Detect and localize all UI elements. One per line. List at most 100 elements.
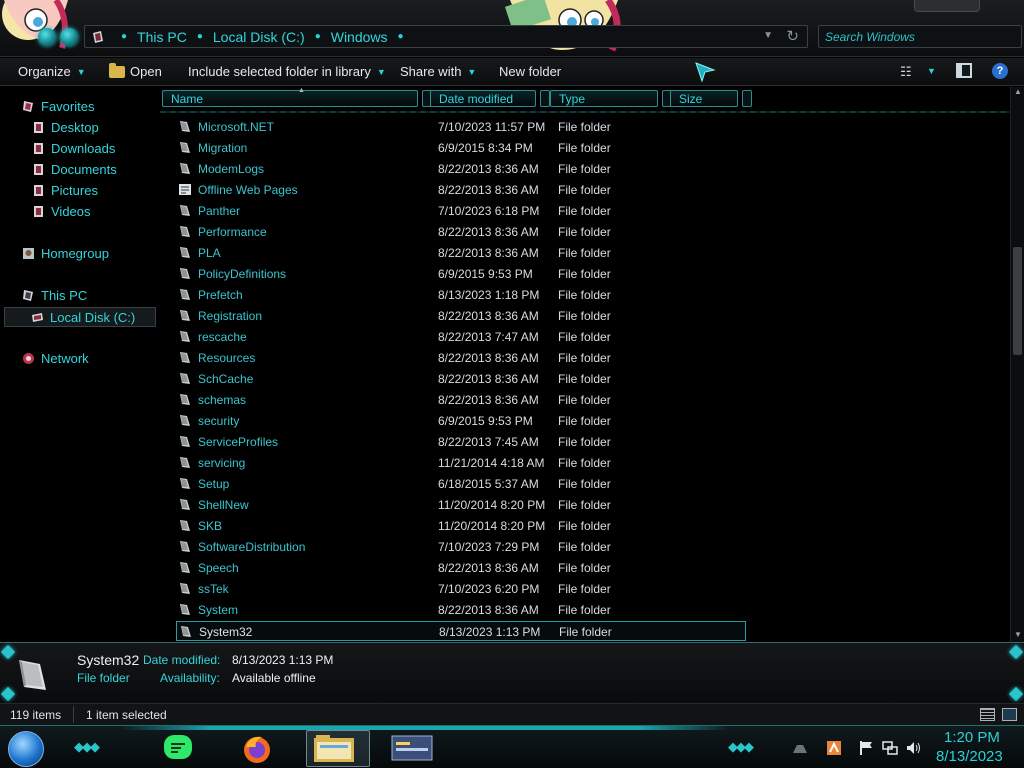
chat-app-icon[interactable] — [160, 734, 196, 762]
table-row[interactable]: Setup 6/18/2015 5:37 AM File folder — [176, 474, 746, 494]
table-row[interactable]: SKB 11/20/2014 8:20 PM File folder — [176, 516, 746, 536]
file-explorer-icon[interactable] — [312, 734, 356, 764]
preview-pane-icon[interactable] — [956, 63, 972, 78]
table-row[interactable]: Resources 8/22/2013 8:36 AM File folder — [176, 348, 746, 368]
table-row[interactable]: Offline Web Pages 8/22/2013 8:36 AM File f… — [176, 180, 746, 200]
window-app-icon[interactable] — [390, 734, 434, 762]
back-button[interactable] — [38, 28, 56, 46]
nav-label: Desktop — [51, 120, 99, 135]
scroll-down-icon[interactable]: ▼ — [1011, 630, 1024, 642]
table-row[interactable]: Microsoft.NET 7/10/2023 11:57 PM File fold… — [176, 117, 746, 137]
folder-icon — [179, 435, 191, 448]
star-icon — [23, 101, 33, 112]
table-row[interactable]: ssTek 7/10/2023 6:20 PM File folder — [176, 579, 746, 599]
file-name: Registration — [198, 309, 263, 323]
new-folder-button[interactable]: New folder — [499, 64, 561, 79]
table-row[interactable]: Prefetch 8/13/2023 1:18 PM File folder — [176, 285, 746, 305]
breadcrumb-separator[interactable]: ● — [398, 31, 404, 42]
file-name: Setup — [198, 477, 230, 491]
column-header-type[interactable]: Type — [550, 90, 658, 107]
tray-overflow-icon[interactable] — [792, 741, 808, 755]
vertical-scrollbar[interactable]: ▲ ▼ — [1010, 87, 1024, 642]
file-type: File folder — [558, 477, 611, 491]
column-header-date-modified[interactable]: Date modified — [430, 90, 536, 107]
breadcrumb-local-disk[interactable]: Local Disk (C:) — [213, 29, 305, 45]
nav-item-desktop[interactable]: Desktop — [32, 120, 99, 135]
table-row[interactable]: SoftwareDistribution 7/10/2023 7:29 PM Fil… — [176, 537, 746, 557]
table-row[interactable]: servicing 11/21/2014 4:18 AM File folder — [176, 453, 746, 473]
address-bar[interactable]: ● This PC ● Local Disk (C:) ● Windows ● … — [84, 25, 808, 48]
chevron-down-icon[interactable]: ▼ — [763, 30, 773, 41]
breadcrumb-separator[interactable]: ● — [197, 31, 203, 42]
table-row[interactable]: Panther 7/10/2023 6:18 PM File folder — [176, 201, 746, 221]
table-row[interactable]: Migration 6/9/2015 8:34 PM File folder — [176, 138, 746, 158]
column-resize-handle[interactable] — [742, 90, 752, 107]
nav-item-homegroup[interactable]: Homegroup — [22, 246, 109, 261]
action-center-flag-icon[interactable] — [858, 741, 874, 755]
folder-icon — [179, 372, 191, 385]
folder-icon — [179, 477, 191, 490]
firefox-icon[interactable] — [240, 733, 274, 765]
table-row[interactable]: PLA 8/22/2013 8:36 AM File folder — [176, 243, 746, 263]
homegroup-icon — [23, 248, 34, 259]
table-row[interactable]: ModemLogs 8/22/2013 8:36 AM File folder — [176, 159, 746, 179]
web-page-folder-icon — [179, 183, 191, 196]
chevron-down-icon[interactable]: ▼ — [927, 66, 936, 76]
column-header-name[interactable]: Name — [162, 90, 418, 107]
table-row[interactable]: schemas 8/22/2013 8:36 AM File folder — [176, 390, 746, 410]
breadcrumb-windows[interactable]: Windows — [331, 29, 388, 45]
network-status-icon[interactable] — [882, 741, 898, 755]
clock-time[interactable]: 1:20 PM — [944, 729, 1000, 746]
help-icon[interactable]: ? — [992, 63, 1008, 79]
column-header-size[interactable]: Size — [670, 90, 738, 107]
table-row[interactable]: Speech 8/22/2013 8:36 AM File folder — [176, 558, 746, 578]
table-row[interactable]: SchCache 8/22/2013 8:36 AM File folder — [176, 369, 746, 389]
nav-label: Network — [41, 351, 89, 366]
table-row[interactable]: security 6/9/2015 9:53 PM File folder — [176, 411, 746, 431]
breadcrumb-separator[interactable]: ● — [315, 31, 321, 42]
decoration-diamond — [1008, 686, 1024, 702]
file-date-modified: 7/10/2023 11:57 PM — [438, 120, 546, 134]
table-row[interactable]: ShellNew 11/20/2014 8:20 PM File folder — [176, 495, 746, 515]
file-type: File folder — [558, 120, 611, 134]
nav-item-pictures[interactable]: Pictures — [32, 183, 98, 198]
scrollbar-thumb[interactable] — [1013, 247, 1022, 355]
table-row[interactable]: ServiceProfiles 8/22/2013 7:45 AM File fol… — [176, 432, 746, 452]
folder-icon — [179, 456, 191, 469]
refresh-icon[interactable]: ↻ — [786, 27, 799, 45]
drive-icon — [93, 30, 103, 43]
change-view-icon[interactable]: ☷ — [900, 64, 912, 80]
large-icons-view-icon[interactable] — [1002, 708, 1017, 721]
include-in-library-button[interactable]: Include selected folder in library ▼ — [188, 64, 386, 79]
table-row[interactable]: Registration 8/22/2013 8:36 AM File folder — [176, 306, 746, 326]
forward-button[interactable] — [60, 28, 78, 46]
search-input[interactable]: Search Windows — [818, 25, 1022, 48]
nav-item-videos[interactable]: Videos — [32, 204, 91, 219]
table-row[interactable]: Performance 8/22/2013 8:36 AM File folder — [176, 222, 746, 242]
nav-item-local-disk[interactable]: Local Disk (C:) — [4, 307, 156, 327]
details-view-icon[interactable] — [980, 708, 995, 721]
clock-date[interactable]: 8/13/2023 — [936, 748, 1003, 765]
start-button[interactable] — [8, 731, 44, 767]
item-count: 119 items — [10, 708, 62, 722]
open-button[interactable]: Open — [109, 62, 162, 79]
organize-button[interactable]: Organize ▼ — [18, 64, 86, 79]
nav-item-network[interactable]: Network — [22, 351, 89, 366]
table-row[interactable]: PolicyDefinitions 6/9/2015 9:53 PM File fo… — [176, 264, 746, 284]
nav-item-this-pc[interactable]: This PC — [22, 288, 87, 303]
decoration-diamond — [0, 644, 16, 660]
table-row[interactable]: rescache 8/22/2013 7:47 AM File folder — [176, 327, 746, 347]
nav-item-favorites[interactable]: Favorites — [22, 99, 94, 114]
nav-item-documents[interactable]: Documents — [32, 162, 117, 177]
details-modified-value: 8/13/2023 1:13 PM — [232, 653, 334, 667]
window-controls[interactable] — [914, 0, 980, 12]
scroll-up-icon[interactable]: ▲ — [1011, 87, 1024, 99]
breadcrumb-this-pc[interactable]: This PC — [137, 29, 187, 45]
table-row[interactable]: System32 8/13/2023 1:13 PM File folder — [176, 621, 746, 641]
share-with-button[interactable]: Share with ▼ — [400, 64, 476, 79]
tray-app-icon[interactable] — [826, 741, 842, 755]
nav-item-downloads[interactable]: Downloads — [32, 141, 115, 156]
volume-icon[interactable] — [906, 741, 922, 755]
column-resize-handle[interactable] — [540, 90, 550, 107]
table-row[interactable]: System 8/22/2013 8:36 AM File folder — [176, 600, 746, 620]
